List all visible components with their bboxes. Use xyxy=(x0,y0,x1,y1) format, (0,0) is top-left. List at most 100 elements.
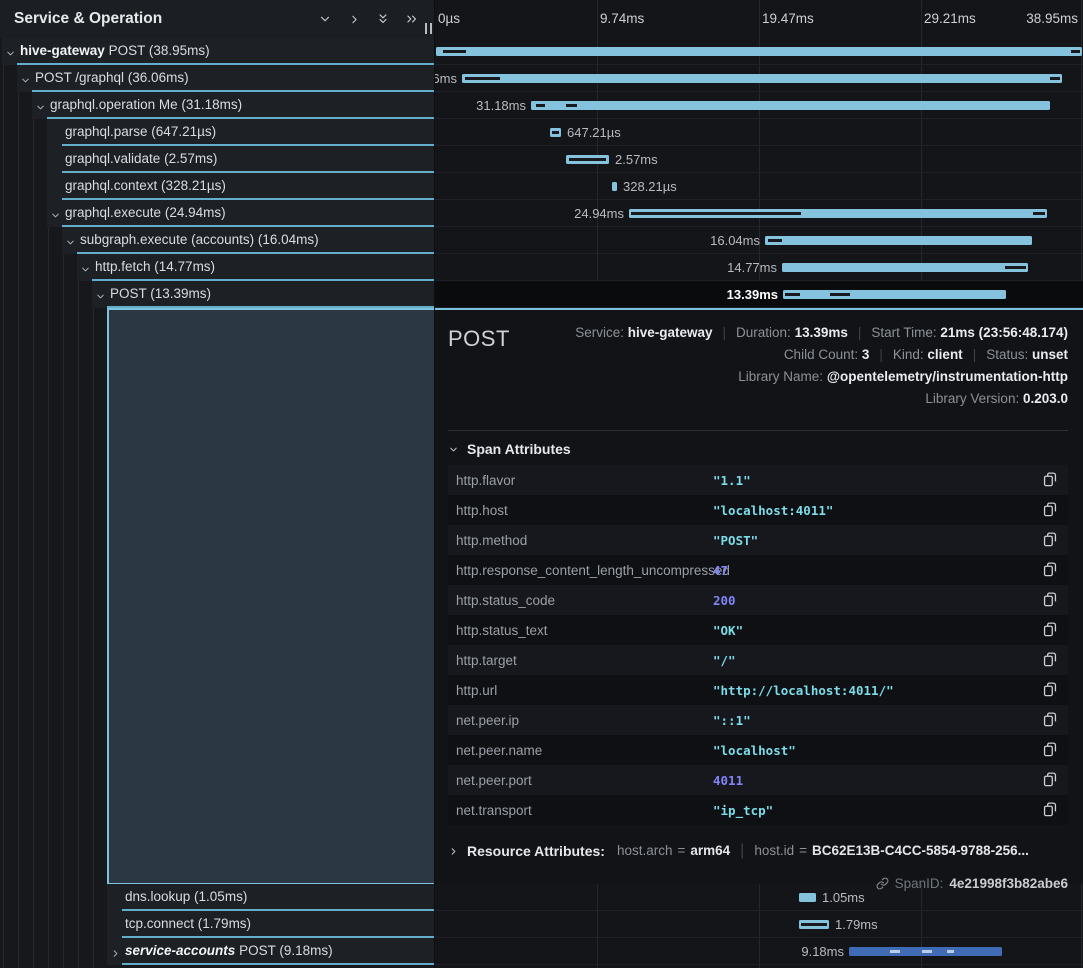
attr-key: http.method xyxy=(456,533,527,548)
copy-icon[interactable] xyxy=(1043,592,1058,608)
span-attributes-header[interactable]: Span Attributes xyxy=(448,433,1068,465)
link-icon[interactable] xyxy=(876,877,889,890)
tree-row[interactable]: graphql.context (328.21µs) xyxy=(0,173,434,200)
timeline-row[interactable]: 14.77ms xyxy=(435,254,1083,281)
attr-row: http.response_content_length_uncompresse… xyxy=(448,555,1068,585)
attr-row: http.flavor"1.1" xyxy=(448,465,1068,495)
tree-row[interactable]: POST /graphql (36.06ms) xyxy=(0,65,434,92)
panel-divider[interactable] xyxy=(434,0,435,968)
tree-row[interactable]: graphql.validate (2.57ms) xyxy=(0,146,434,173)
span-bar[interactable] xyxy=(782,263,1028,272)
timeline-row[interactable]: 38.95ms xyxy=(435,38,1083,65)
timeline-row[interactable]: 36.06ms xyxy=(435,65,1083,92)
chevron-right-icon xyxy=(448,846,459,857)
timeline-row[interactable]: 2.57ms xyxy=(435,146,1083,173)
timeline-rows-bottom: 1.05ms1.79ms9.18ms xyxy=(435,884,1083,965)
timeline-ruler: 0µs9.74ms19.47ms29.21ms38.95ms xyxy=(435,0,1083,38)
tree-row[interactable]: dns.lookup (1.05ms) xyxy=(0,884,434,911)
attr-row: http.url"http://localhost:4011/" xyxy=(448,675,1068,705)
copy-icon[interactable] xyxy=(1043,712,1058,728)
chevron-right-icon[interactable] xyxy=(110,946,121,957)
span-bar-mark xyxy=(569,158,606,161)
copy-icon[interactable] xyxy=(1043,652,1058,668)
copy-icon[interactable] xyxy=(1043,742,1058,758)
span-bar[interactable] xyxy=(765,236,1032,245)
meta-separator: | xyxy=(723,325,727,340)
span-bar[interactable] xyxy=(799,893,816,902)
tree-row[interactable]: service-accounts POST (9.18ms) xyxy=(0,938,434,965)
tree-row[interactable]: POST (13.39ms) xyxy=(0,281,434,308)
panel-resize-grip[interactable] xyxy=(425,23,432,34)
span-name: subgraph.execute (accounts) (16.04ms) xyxy=(80,227,319,253)
chevron-down-icon[interactable] xyxy=(5,46,16,57)
chevron-down-icon[interactable] xyxy=(80,262,91,273)
tree-row[interactable]: tcp.connect (1.79ms) xyxy=(0,911,434,938)
span-meta-line: Library Name: @opentelemetry/instrumenta… xyxy=(738,369,1068,384)
trace-viewer: Service & Operation hive-gateway POST (3… xyxy=(0,0,1083,968)
copy-icon[interactable] xyxy=(1043,682,1058,698)
double-chevron-right-icon[interactable] xyxy=(404,11,420,27)
meta-label: Library Name: xyxy=(738,369,827,384)
tree-row[interactable]: graphql.operation Me (31.18ms) xyxy=(0,92,434,119)
timeline-row[interactable]: 1.79ms xyxy=(435,911,1083,938)
selected-span-detail-spacer xyxy=(107,308,434,884)
span-tree-panel: Service & Operation hive-gateway POST (3… xyxy=(0,0,434,968)
span-name: http.fetch (14.77ms) xyxy=(95,254,215,280)
attr-value: "ip_tcp" xyxy=(713,803,773,818)
tree-header: Service & Operation xyxy=(0,0,434,38)
chevron-down-icon[interactable] xyxy=(95,289,106,300)
span-bar[interactable] xyxy=(783,290,1006,299)
span-bar-mark xyxy=(890,950,900,953)
chevron-down-icon[interactable] xyxy=(50,208,61,219)
chevron-down-icon[interactable] xyxy=(65,235,76,246)
chevron-right-icon[interactable] xyxy=(346,11,362,27)
timeline-row[interactable]: 9.18ms xyxy=(435,938,1083,965)
meta-label: Service: xyxy=(575,325,628,340)
tree-rows: hive-gateway POST (38.95ms)POST /graphql… xyxy=(0,38,434,308)
copy-icon[interactable] xyxy=(1043,502,1058,518)
attr-key: http.flavor xyxy=(456,473,515,488)
double-chevron-down-icon[interactable] xyxy=(375,11,391,27)
span-bar[interactable] xyxy=(436,47,1082,56)
attr-value: "::1" xyxy=(713,713,751,728)
timeline-row[interactable]: 31.18ms xyxy=(435,92,1083,119)
copy-icon[interactable] xyxy=(1043,802,1058,818)
span-bar[interactable] xyxy=(462,74,1062,83)
tree-row[interactable]: hive-gateway POST (38.95ms) xyxy=(0,38,434,65)
span-name: POST /graphql (36.06ms) xyxy=(35,65,189,91)
timeline-row[interactable]: 24.94ms xyxy=(435,200,1083,227)
meta-separator: | xyxy=(973,347,977,362)
timeline-row[interactable]: 328.21µs xyxy=(435,173,1083,200)
tree-row[interactable]: subgraph.execute (accounts) (16.04ms) xyxy=(0,227,434,254)
ruler-tick-label: 9.74ms xyxy=(600,11,644,26)
copy-icon[interactable] xyxy=(1043,532,1058,548)
span-id-label: SpanID: xyxy=(895,876,944,891)
tree-row[interactable]: graphql.parse (647.21µs) xyxy=(0,119,434,146)
tree-row[interactable]: http.fetch (14.77ms) xyxy=(0,254,434,281)
timeline-row[interactable]: 647.21µs xyxy=(435,119,1083,146)
duration-label: 24.94ms xyxy=(574,200,624,227)
span-bar-mark xyxy=(552,131,559,134)
span-attributes-title: Span Attributes xyxy=(467,441,571,457)
attr-key: http.url xyxy=(456,683,497,698)
copy-icon[interactable] xyxy=(1043,772,1058,788)
chevron-down-icon[interactable] xyxy=(35,100,46,111)
timeline-row[interactable]: 16.04ms xyxy=(435,227,1083,254)
chevron-down-icon xyxy=(448,444,459,455)
copy-icon[interactable] xyxy=(1043,622,1058,638)
meta-value: client xyxy=(927,347,962,362)
attr-value: "localhost" xyxy=(713,743,796,758)
tree-row[interactable]: graphql.execute (24.94ms) xyxy=(0,200,434,227)
copy-icon[interactable] xyxy=(1043,562,1058,578)
chevron-down-icon[interactable] xyxy=(20,73,31,84)
chevron-down-icon[interactable] xyxy=(317,11,333,27)
copy-icon[interactable] xyxy=(1043,472,1058,488)
resource-attributes-row[interactable]: Resource Attributes: host.arch=arm64|hos… xyxy=(448,839,1068,863)
span-name: graphql.execute (24.94ms) xyxy=(65,200,226,226)
span-bar[interactable] xyxy=(612,182,617,191)
span-bar[interactable] xyxy=(531,101,1050,110)
meta-value: 13.39ms xyxy=(795,325,848,340)
ruler-tick-label: 38.95ms xyxy=(1026,11,1078,26)
timeline-row[interactable]: 13.39ms xyxy=(435,281,1083,308)
meta-label: Start Time: xyxy=(871,325,940,340)
